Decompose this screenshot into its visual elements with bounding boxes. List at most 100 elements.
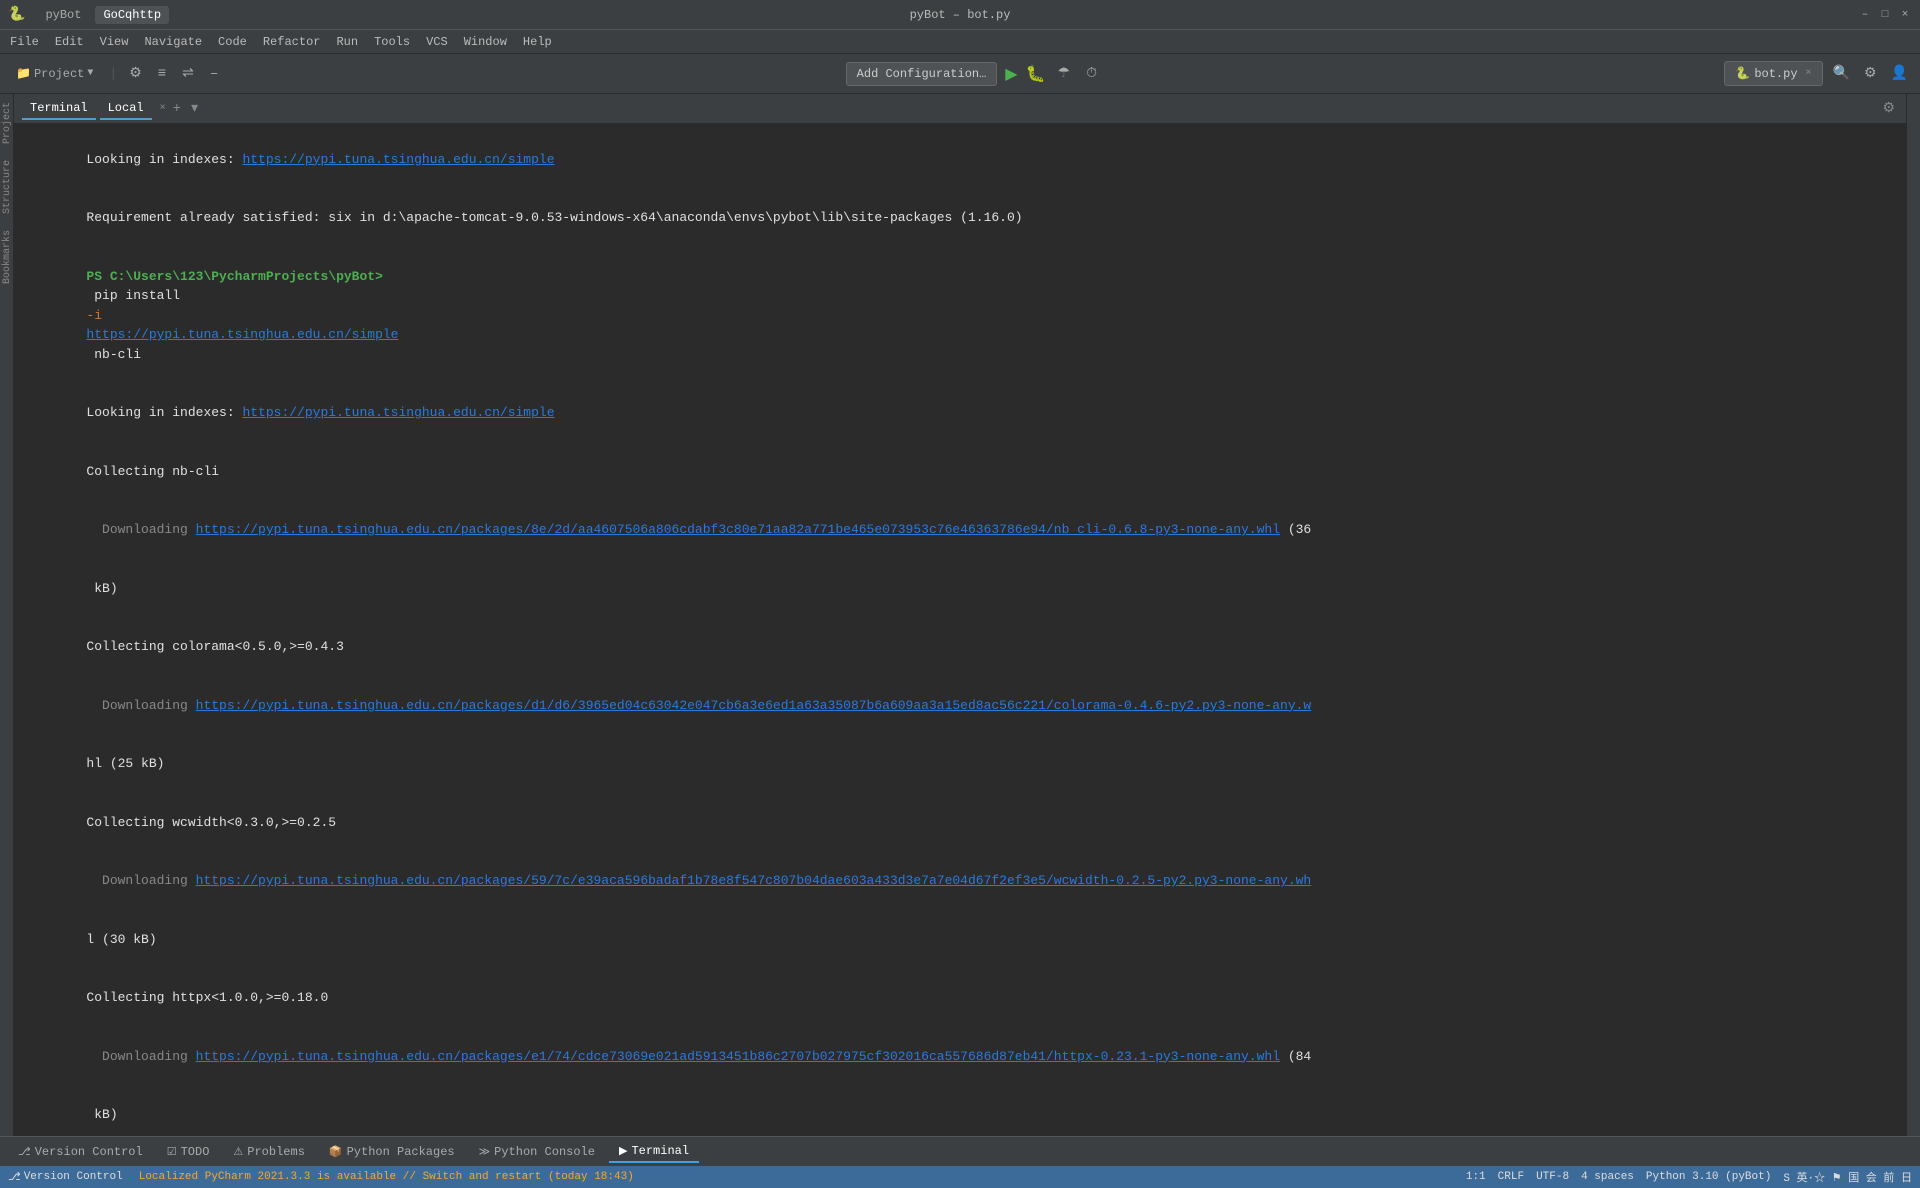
menu-vcs[interactable]: VCS	[420, 33, 454, 51]
project-sidebar-label[interactable]: Project	[0, 94, 13, 152]
tab-console-label: Python Console	[494, 1145, 595, 1159]
file-tab-label: bot.py	[1754, 67, 1797, 81]
statusbar-left: ⎇ Version Control Localized PyCharm 2021…	[8, 1170, 634, 1184]
link-pypi-1[interactable]: https://pypi.tuna.tsinghua.edu.cn/simple	[242, 152, 554, 167]
terminal-actions: ⚙	[1879, 98, 1898, 119]
terminal-tab-label[interactable]: Terminal	[22, 98, 96, 120]
link-colorama-dl[interactable]: https://pypi.tuna.tsinghua.edu.cn/packag…	[196, 698, 1312, 713]
line-7: Collecting colorama<0.5.0,>=0.4.3	[24, 618, 1896, 677]
menu-edit[interactable]: Edit	[49, 33, 90, 51]
menu-window[interactable]: Window	[458, 33, 513, 51]
bookmarks-sidebar-label[interactable]: Bookmarks	[0, 222, 13, 292]
menu-run[interactable]: Run	[330, 33, 364, 51]
statusbar-indent[interactable]: 4 spaces	[1581, 1171, 1634, 1183]
profile-button[interactable]: ⏱	[1082, 64, 1101, 84]
statusbar-update-notice[interactable]: Localized PyCharm 2021.3.3 is available …	[139, 1171, 634, 1183]
right-sidebar	[1906, 94, 1920, 1136]
menu-tools[interactable]: Tools	[368, 33, 416, 51]
encoding-text: UTF-8	[1536, 1171, 1569, 1183]
menu-navigate[interactable]: Navigate	[138, 33, 208, 51]
link-wcwidth-dl[interactable]: https://pypi.tuna.tsinghua.edu.cn/packag…	[196, 873, 1312, 888]
search-icon[interactable]: 🔍	[1829, 63, 1854, 84]
python-version-text: Python 3.10 (pyBot)	[1646, 1171, 1771, 1183]
statusbar-right: 1:1 CRLF UTF-8 4 spaces Python 3.10 (pyB…	[1466, 1169, 1912, 1185]
tab-terminal[interactable]: ▶ Terminal	[609, 1141, 699, 1163]
structure-sidebar-label[interactable]: Structure	[0, 152, 13, 222]
sync-icon[interactable]: ⇌	[178, 63, 198, 84]
console-icon: ≫	[479, 1145, 491, 1159]
terminal-settings-icon[interactable]: ⚙	[1879, 98, 1898, 119]
tab-problems[interactable]: ⚠ Problems	[223, 1142, 314, 1162]
toolbar-left: 📁 Project ▼ | ⚙ ≡ ⇌ –	[8, 63, 222, 84]
titlebar-tab-pybot[interactable]: pyBot	[37, 6, 89, 24]
link-pypi-2[interactable]: https://pypi.tuna.tsinghua.edu.cn/simple	[86, 327, 398, 342]
line-8: Downloading https://pypi.tuna.tsinghua.e…	[24, 676, 1896, 735]
app-icon: 🐍	[8, 6, 25, 23]
bottom-tabs: ⎇ Version Control ☑ TODO ⚠ Problems 📦 Py…	[0, 1136, 1920, 1166]
settings2-icon[interactable]: ⚙	[1860, 63, 1881, 84]
maximize-button[interactable]: □	[1878, 8, 1892, 22]
statusbar-position[interactable]: 1:1	[1466, 1171, 1486, 1183]
line-6b: kB)	[24, 559, 1896, 618]
line-4: Looking in indexes: https://pypi.tuna.ts…	[24, 384, 1896, 443]
debug-button[interactable]: 🐛	[1026, 64, 1046, 84]
add-configuration-button[interactable]: Add Configuration…	[846, 62, 998, 86]
terminal-content[interactable]: Looking in indexes: https://pypi.tuna.ts…	[14, 124, 1906, 1136]
window-title: pyBot – bot.py	[910, 8, 1011, 22]
link-pypi-3[interactable]: https://pypi.tuna.tsinghua.edu.cn/simple	[242, 405, 554, 420]
ime-text: S 英·☆ ⚑ 国 会 前 日	[1783, 1169, 1912, 1185]
new-tab-button[interactable]: +	[170, 99, 184, 119]
indent-text: 4 spaces	[1581, 1171, 1634, 1183]
close-button[interactable]: ×	[1898, 8, 1912, 22]
menu-refactor[interactable]: Refactor	[257, 33, 327, 51]
toolbar-right: 🐍 bot.py × 🔍 ⚙ 👤	[1724, 61, 1912, 86]
chevron-down-icon: ▼	[87, 68, 93, 79]
menu-view[interactable]: View	[94, 33, 135, 51]
link-httpx-dl[interactable]: https://pypi.tuna.tsinghua.edu.cn/packag…	[196, 1049, 1280, 1064]
minimize-button[interactable]: –	[1858, 8, 1872, 22]
run-button[interactable]: ▶	[1005, 64, 1017, 84]
tab-terminal-label: Terminal	[631, 1144, 689, 1158]
tab-python-console[interactable]: ≫ Python Console	[469, 1142, 605, 1162]
file-tab-close[interactable]: ×	[1806, 68, 1812, 79]
structure-icon[interactable]: ≡	[154, 64, 170, 84]
settings-icon[interactable]: ⚙	[125, 63, 146, 84]
user-icon[interactable]: 👤	[1887, 63, 1912, 84]
content-area: Project Structure Bookmarks Terminal Loc…	[0, 94, 1920, 1136]
python-file-icon: 🐍	[1735, 66, 1750, 81]
vc-status-text: Version Control	[24, 1171, 123, 1183]
tab-version-control[interactable]: ⎇ Version Control	[8, 1142, 153, 1162]
statusbar-ime[interactable]: S 英·☆ ⚑ 国 会 前 日	[1783, 1169, 1912, 1185]
menu-help[interactable]: Help	[517, 33, 558, 51]
file-tab-botpy[interactable]: 🐍 bot.py ×	[1724, 61, 1822, 86]
collapse-icon[interactable]: –	[206, 64, 222, 84]
statusbar-vc[interactable]: ⎇ Version Control	[8, 1170, 123, 1184]
project-dropdown[interactable]: 📁 Project ▼	[8, 63, 101, 84]
local-tab[interactable]: Local	[100, 98, 152, 120]
line-12b: kB)	[24, 1086, 1896, 1137]
tab-dropdown-button[interactable]: ▾	[188, 98, 201, 119]
tab-python-packages[interactable]: 📦 Python Packages	[319, 1142, 465, 1162]
line-8b: hl (25 kB)	[24, 735, 1896, 794]
menu-file[interactable]: File	[4, 33, 45, 51]
line-5: Collecting nb-cli	[24, 442, 1896, 501]
line-3: PS C:\Users\123\PycharmProjects\pyBot> p…	[24, 247, 1896, 384]
menu-code[interactable]: Code	[212, 33, 253, 51]
statusbar-encoding[interactable]: UTF-8	[1536, 1171, 1569, 1183]
statusbar-line-ending[interactable]: CRLF	[1498, 1171, 1524, 1183]
coverage-button[interactable]: ☂	[1054, 63, 1075, 84]
line-2: Requirement already satisfied: six in d:…	[24, 189, 1896, 248]
tab-todo[interactable]: ☑ TODO	[157, 1142, 220, 1162]
tab-packages-label: Python Packages	[347, 1145, 455, 1159]
line-6: Downloading https://pypi.tuna.tsinghua.e…	[24, 501, 1896, 560]
tab-todo-label: TODO	[181, 1145, 210, 1159]
project-label: Project	[34, 67, 84, 81]
line-10: Downloading https://pypi.tuna.tsinghua.e…	[24, 852, 1896, 911]
statusbar-python-version[interactable]: Python 3.10 (pyBot)	[1646, 1171, 1771, 1183]
folder-icon: 📁	[16, 66, 31, 81]
local-tab-close[interactable]: ×	[160, 103, 166, 114]
position-text: 1:1	[1466, 1171, 1486, 1183]
link-nbcli-dl[interactable]: https://pypi.tuna.tsinghua.edu.cn/packag…	[196, 522, 1280, 537]
titlebar-tab-gocqhttp[interactable]: GoCqhttp	[95, 6, 169, 24]
line-10b: l (30 kB)	[24, 910, 1896, 969]
